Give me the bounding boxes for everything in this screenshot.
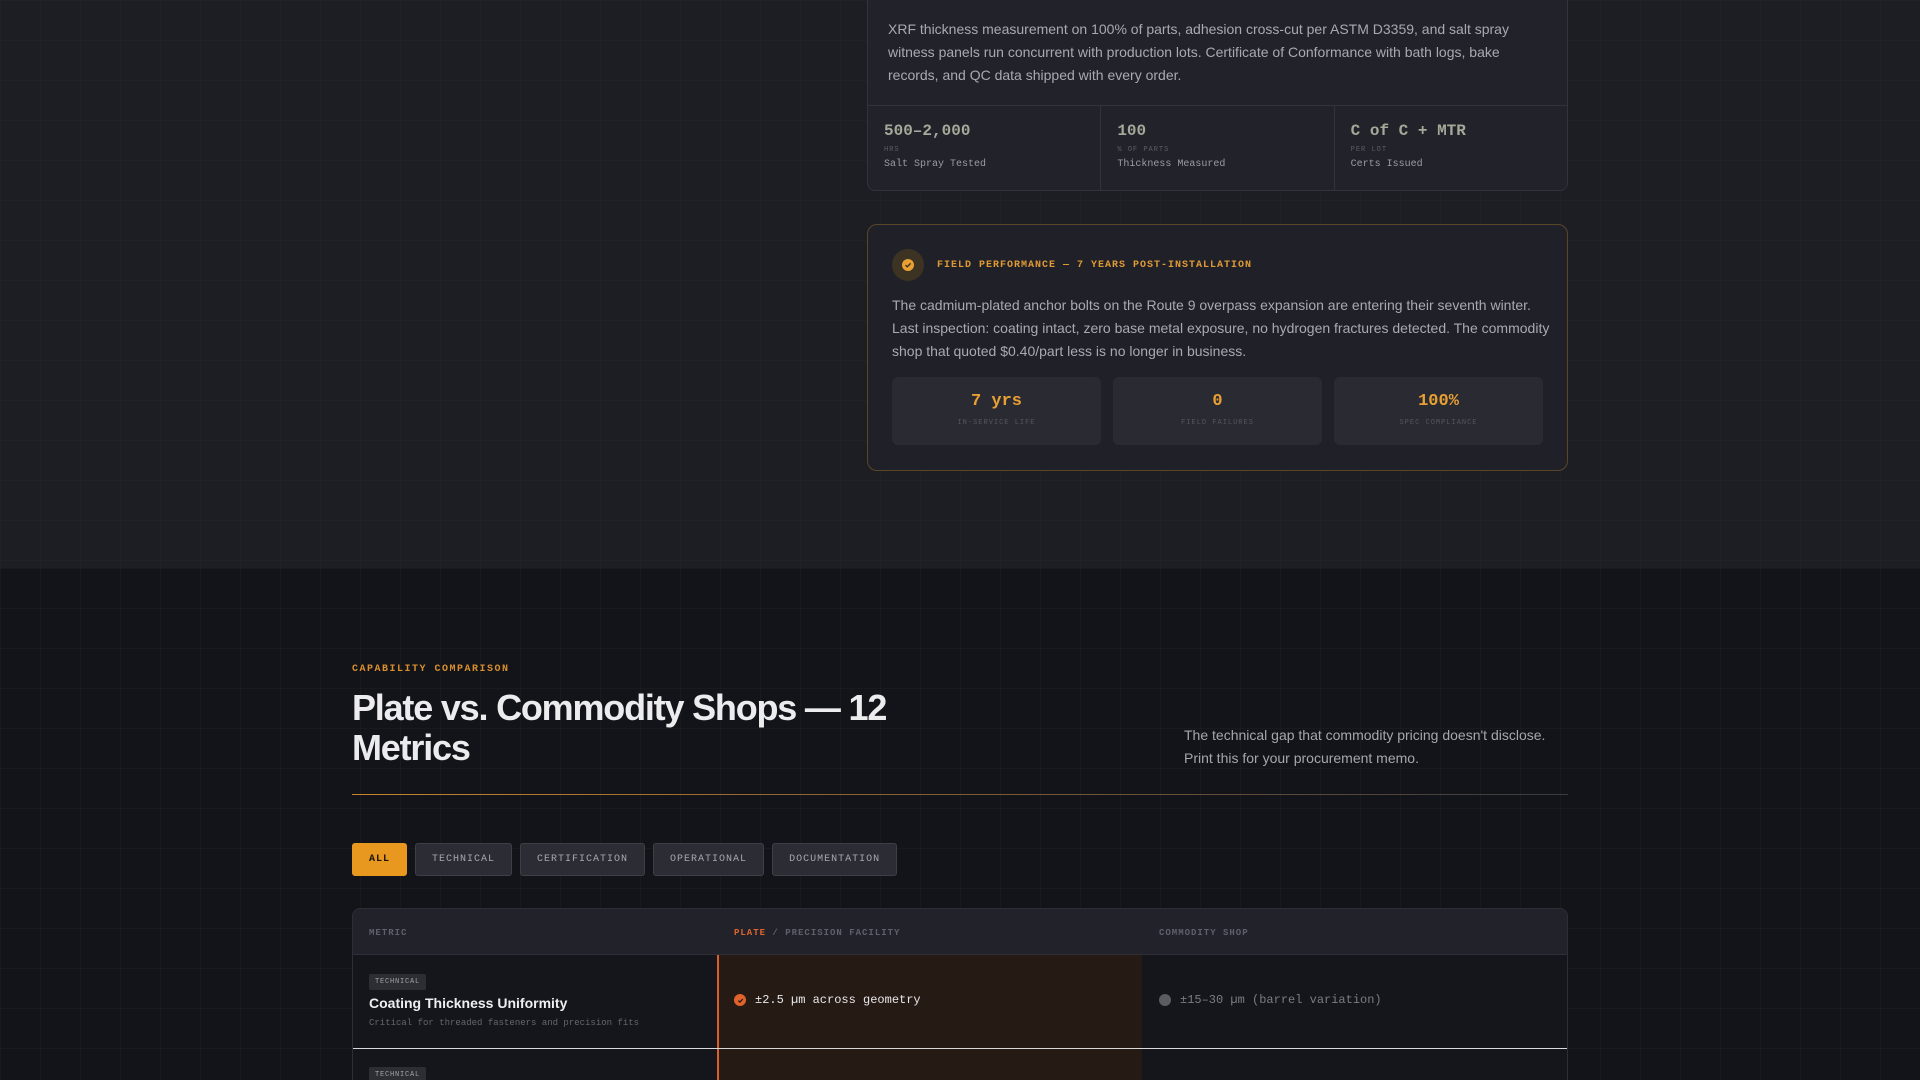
filter-operational[interactable]: OPERATIONAL [653, 843, 765, 876]
table-header: METRIC PLATE / PRECISION FACILITY COMMOD… [353, 909, 1567, 955]
comparison-table: METRIC PLATE / PRECISION FACILITY COMMOD… [352, 908, 1568, 1080]
check-circle-icon [892, 249, 924, 281]
qc-stats: 500–2,000 HRS Salt Spray Tested 100 % OF… [868, 105, 1567, 190]
qc-stat-salt-spray: 500–2,000 HRS Salt Spray Tested [868, 106, 1102, 190]
field-performance-card: FIELD PERFORMANCE — 7 YEARS POST-INSTALL… [867, 224, 1568, 471]
metric-subtitle: Critical for threaded fasteners and prec… [369, 1018, 640, 1028]
category-tag: TECHNICAL [369, 1067, 427, 1080]
header-metric: METRIC [369, 928, 408, 938]
header-plate: PLATE / PRECISION FACILITY [734, 928, 900, 938]
metric-name: Coating Thickness Uniformity [369, 995, 568, 1011]
qc-stat-unit: HRS [884, 146, 900, 154]
qc-stat-certs: C of C + MTR PER LOT Certs Issued [1335, 106, 1567, 190]
qc-stat-value: 500–2,000 [884, 122, 971, 140]
filter-technical[interactable]: TECHNICAL [415, 843, 513, 876]
status-dot-icon [1159, 994, 1171, 1006]
qc-stat-unit: % OF PARTS [1117, 146, 1170, 154]
section-title: Plate vs. Commodity Shops — 12 Metrics [352, 687, 887, 768]
qc-stat-label: Thickness Measured [1117, 159, 1226, 170]
header-commodity-shop: COMMODITY SHOP [1159, 928, 1249, 938]
fc-stat-label: IN-SERVICE LIFE [957, 419, 1036, 427]
filter-certification[interactable]: CERTIFICATION [520, 843, 646, 876]
field-performance-text: The cadmium-plated anchor bolts on the R… [892, 297, 1550, 359]
fc-stat-label: SPEC COMPLIANCE [1399, 419, 1478, 427]
fc-stat-field-failures: 0 FIELD FAILURES [1113, 377, 1322, 445]
field-performance-header: FIELD PERFORMANCE — 7 YEARS POST-INSTALL… [892, 249, 1252, 281]
capability-comparison-section: CAPABILITY COMPARISON Plate vs. Commodit… [0, 568, 1920, 1080]
shop-value-cell: ±15–30 µm (barrel variation) [1159, 993, 1382, 1007]
header-plate-rest: / PRECISION FACILITY [766, 928, 901, 938]
section-eyebrow: CAPABILITY COMPARISON [352, 664, 510, 675]
field-performance-title: FIELD PERFORMANCE — 7 YEARS POST-INSTALL… [937, 259, 1253, 271]
qc-stat-value: C of C + MTR [1350, 122, 1466, 140]
plate-value-cell: ±2.5 µm across geometry [734, 993, 921, 1007]
plate-value: ±2.5 µm across geometry [755, 993, 921, 1007]
fc-stat-spec-compliance: 100% SPEC COMPLIANCE [1334, 377, 1543, 445]
fc-stat-value: 100% [1418, 392, 1459, 411]
header-plate-highlight: PLATE [734, 928, 767, 938]
verification-section: XRF thickness measurement on 100% of par… [0, 0, 1920, 568]
fc-stat-service-life: 7 yrs IN-SERVICE LIFE [892, 377, 1101, 445]
filter-documentation[interactable]: DOCUMENTATION [772, 843, 898, 876]
qc-stat-unit: PER LOT [1350, 146, 1388, 154]
fc-stat-value: 7 yrs [970, 392, 1022, 411]
filter-tabs: ALL TECHNICAL CERTIFICATION OPERATIONAL … [352, 843, 898, 876]
section-divider [352, 794, 1568, 795]
qc-stat-label: Salt Spray Tested [884, 159, 987, 170]
check-icon [734, 994, 746, 1006]
field-performance-stats: 7 yrs IN-SERVICE LIFE 0 FIELD FAILURES 1… [892, 377, 1543, 445]
table-row: TECHNICAL [353, 1050, 1567, 1080]
section-description: The technical gap that commodity pricing… [1184, 727, 1546, 766]
fc-stat-value: 0 [1212, 392, 1223, 411]
category-tag: TECHNICAL [369, 974, 427, 990]
qc-stat-thickness: 100 % OF PARTS Thickness Measured [1101, 106, 1335, 190]
qc-card: XRF thickness measurement on 100% of par… [867, 0, 1568, 191]
qc-stat-value: 100 [1117, 122, 1147, 140]
shop-value: ±15–30 µm (barrel variation) [1180, 993, 1382, 1007]
table-row: TECHNICAL Coating Thickness Uniformity C… [353, 955, 1567, 1049]
filter-all[interactable]: ALL [352, 843, 408, 876]
fc-stat-label: FIELD FAILURES [1181, 419, 1254, 427]
qc-description: XRF thickness measurement on 100% of par… [888, 21, 1509, 83]
qc-stat-label: Certs Issued [1350, 159, 1423, 170]
